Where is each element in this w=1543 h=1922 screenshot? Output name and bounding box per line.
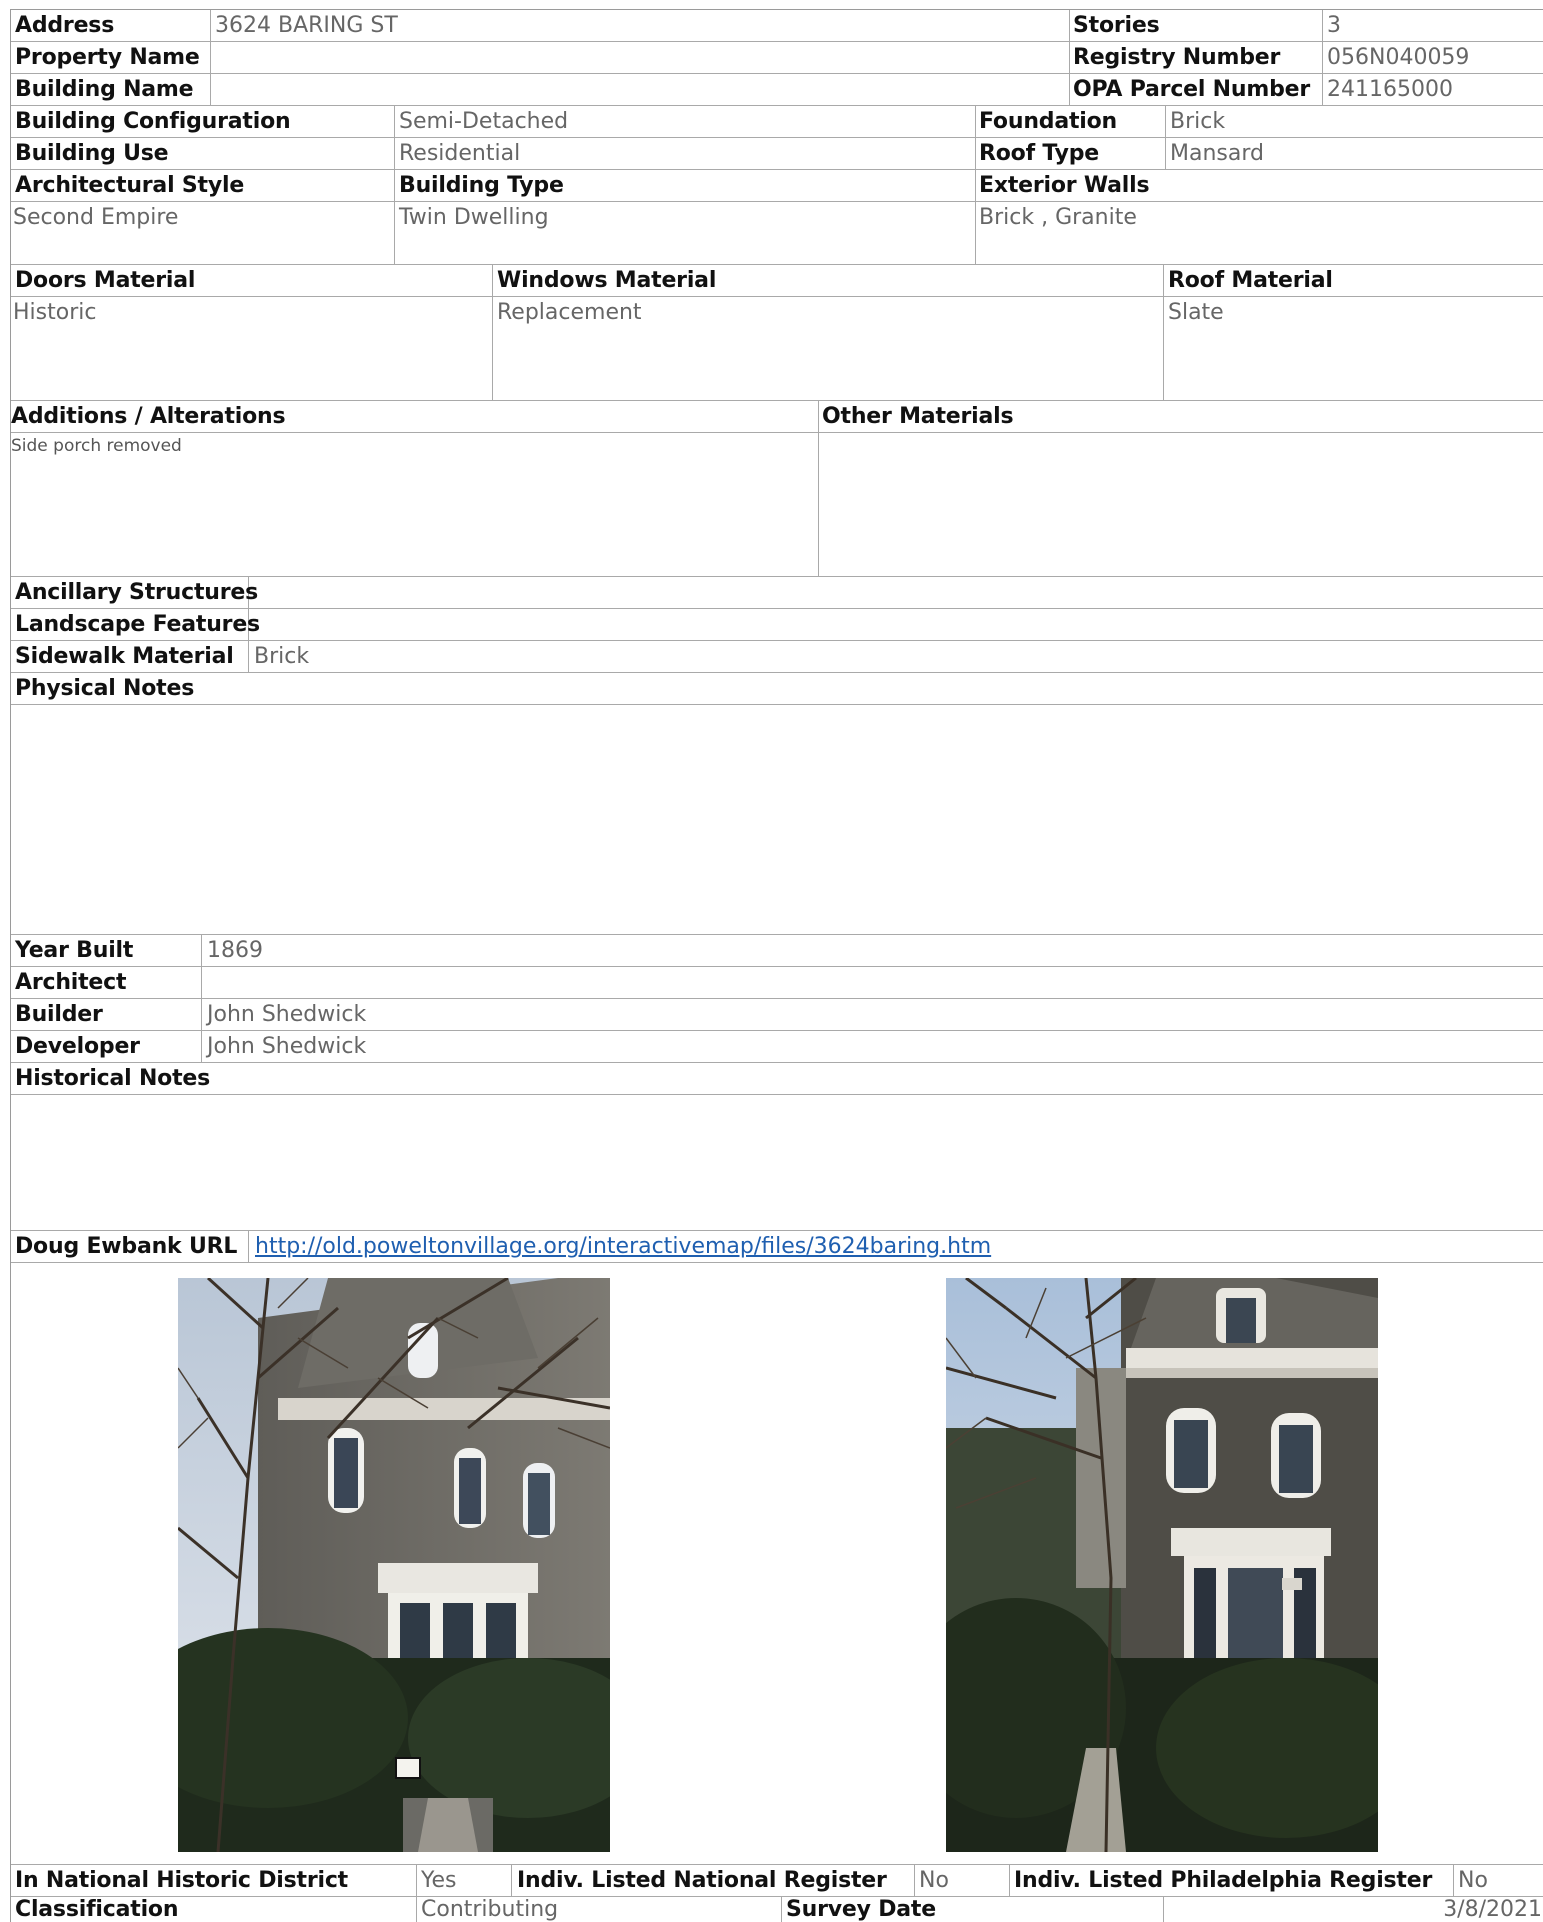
sidewalk-material-label: Sidewalk Material <box>15 644 234 669</box>
side-facade-photo <box>946 1278 1378 1852</box>
doug-ewbank-url-link[interactable]: http://old.poweltonvillage.org/interacti… <box>255 1232 991 1262</box>
roof-type-value: Mansard <box>1170 141 1264 166</box>
stories-value: 3 <box>1327 13 1341 38</box>
survey-date-label: Survey Date <box>786 1897 936 1922</box>
foundation-value: Brick <box>1170 109 1226 134</box>
building-use-value: Residential <box>399 141 521 166</box>
national-register-label: Indiv. Listed National Register <box>517 1868 887 1893</box>
national-historic-district-value: Yes <box>421 1868 457 1893</box>
property-name-label: Property Name <box>15 45 200 70</box>
building-configuration-label: Building Configuration <box>15 109 291 134</box>
philadelphia-register-value: No <box>1458 1868 1488 1893</box>
architectural-style-label: Architectural Style <box>15 173 245 198</box>
doors-material-label: Doors Material <box>15 268 196 293</box>
architect-label: Architect <box>15 970 127 995</box>
exterior-walls-value: Brick , Granite <box>979 205 1137 230</box>
national-register-value: No <box>919 1868 949 1893</box>
address-value: 3624 BARING ST <box>215 13 398 38</box>
roof-material-label: Roof Material <box>1168 268 1333 293</box>
additions-alterations-value: Side porch removed <box>11 436 182 456</box>
year-built-value: 1869 <box>207 938 263 963</box>
opa-parcel-value: 241165000 <box>1327 77 1453 102</box>
architectural-style-value: Second Empire <box>13 205 179 230</box>
additions-alterations-label: Additions / Alterations <box>11 404 286 429</box>
foundation-label: Foundation <box>979 109 1118 134</box>
year-built-label: Year Built <box>15 938 134 963</box>
developer-value: John Shedwick <box>207 1034 367 1059</box>
building-type-value: Twin Dwelling <box>399 205 549 230</box>
builder-label: Builder <box>15 1002 103 1027</box>
building-use-label: Building Use <box>15 141 169 166</box>
roof-material-value: Slate <box>1168 300 1224 325</box>
classification-value: Contributing <box>421 1897 559 1922</box>
historical-notes-label: Historical Notes <box>15 1066 211 1091</box>
exterior-walls-label: Exterior Walls <box>979 173 1150 198</box>
building-name-label: Building Name <box>15 77 194 102</box>
other-materials-label: Other Materials <box>822 404 1014 429</box>
ancillary-structures-label: Ancillary Structures <box>15 580 259 605</box>
doug-ewbank-url-label: Doug Ewbank URL <box>15 1234 238 1259</box>
registry-number-label: Registry Number <box>1073 45 1281 70</box>
roof-type-label: Roof Type <box>979 141 1100 166</box>
national-historic-district-label: In National Historic District <box>15 1868 348 1893</box>
developer-label: Developer <box>15 1034 140 1059</box>
stories-label: Stories <box>1073 13 1160 38</box>
physical-notes-label: Physical Notes <box>15 676 195 701</box>
windows-material-value: Replacement <box>497 300 642 325</box>
philadelphia-register-label: Indiv. Listed Philadelphia Register <box>1014 1868 1433 1893</box>
property-survey-sheet: Address 3624 BARING ST Stories 3 Propert… <box>10 9 1543 1922</box>
classification-label: Classification <box>15 1897 179 1922</box>
opa-parcel-label: OPA Parcel Number <box>1073 77 1310 102</box>
survey-date-value: 3/8/2021 <box>1443 1897 1542 1922</box>
building-type-label: Building Type <box>399 173 564 198</box>
sidewalk-material-value: Brick <box>254 644 310 669</box>
doors-material-value: Historic <box>13 300 97 325</box>
front-facade-photo <box>178 1278 610 1852</box>
registry-number-value: 056N040059 <box>1327 45 1470 70</box>
builder-value: John Shedwick <box>207 1002 367 1027</box>
address-label: Address <box>15 13 115 38</box>
landscape-features-label: Landscape Features <box>15 612 260 637</box>
building-configuration-value: Semi-Detached <box>399 109 569 134</box>
windows-material-label: Windows Material <box>497 268 717 293</box>
